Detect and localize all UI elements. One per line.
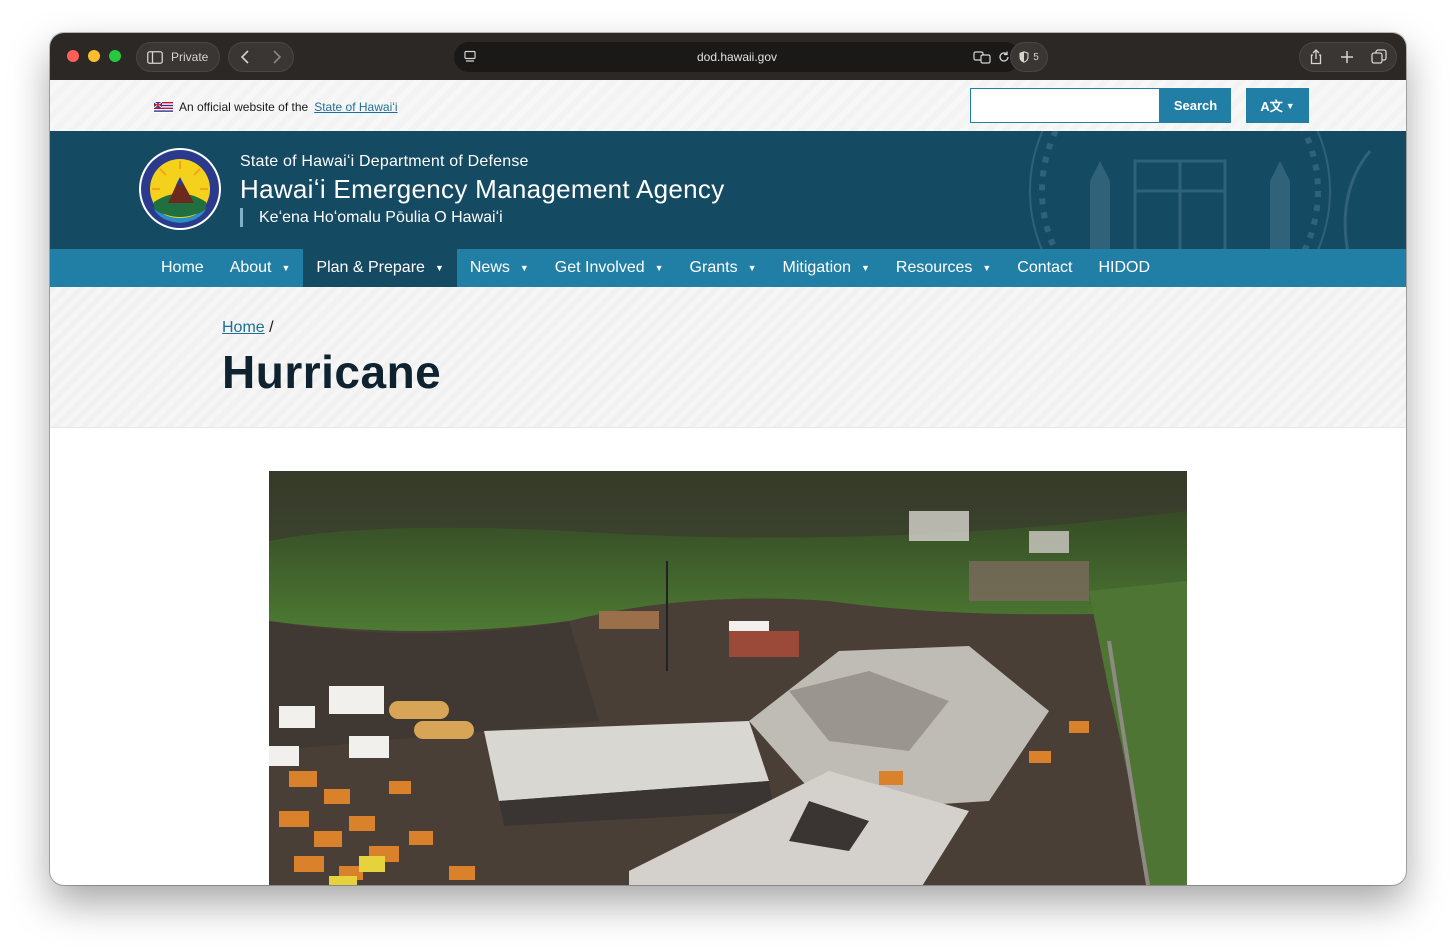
official-text: An official website of the	[179, 100, 309, 114]
translate-icon[interactable]	[973, 50, 991, 64]
nav-label: Grants	[689, 259, 738, 276]
nav-hidod[interactable]: HIDOD	[1085, 249, 1163, 287]
web-page: An official website of the State of Hawa…	[50, 80, 1406, 885]
nav-label: Get Involved	[554, 259, 645, 276]
nav-resources[interactable]: Resources ▼	[883, 249, 1004, 287]
nav-contact[interactable]: Contact	[1004, 249, 1085, 287]
nav-label: HIDOD	[1098, 259, 1150, 276]
nav-label: Resources	[895, 259, 973, 276]
address-bar[interactable]: dod.hawaii.gov	[454, 42, 1020, 72]
page-header: Home / Hurricane	[50, 287, 1406, 428]
breadcrumb-separator: /	[269, 319, 274, 336]
minimize-window-button[interactable]	[88, 50, 100, 62]
hawaii-flag-icon	[153, 101, 173, 113]
caret-down-icon: ▼	[281, 263, 291, 273]
language-selector-button[interactable]: A文 ▼	[1246, 88, 1309, 123]
private-mode-label: Private	[171, 50, 209, 64]
browser-window: Private dod.hawaii.gov 5 An official web…	[50, 33, 1406, 885]
caret-down-icon: ▼	[860, 263, 870, 273]
nav-about[interactable]: About ▼	[217, 249, 304, 287]
nav-label: Mitigation	[782, 259, 851, 276]
nav-grants[interactable]: Grants ▼	[677, 249, 770, 287]
zoom-window-button[interactable]	[109, 50, 121, 62]
agency-name[interactable]: Hawaiʻi Emergency Management Agency	[240, 174, 725, 205]
address-bar-actions	[973, 50, 1011, 64]
privacy-report-button[interactable]: 5	[1010, 42, 1048, 72]
tab-overview-icon[interactable]	[1371, 49, 1387, 65]
nav-label: Home	[161, 259, 204, 276]
page-title: Hurricane	[222, 346, 442, 398]
reload-icon[interactable]	[997, 50, 1011, 64]
url-text: dod.hawaii.gov	[696, 50, 778, 64]
nav-news[interactable]: News ▼	[457, 249, 542, 287]
caret-down-icon: ▼	[654, 263, 664, 273]
department-name: State of Hawaiʻi Department of Defense	[240, 153, 529, 170]
caret-down-icon: ▼	[982, 263, 992, 273]
state-seal-watermark	[1029, 131, 1372, 249]
official-website-bar: An official website of the State of Hawa…	[50, 80, 1406, 131]
state-of-hawaii-link[interactable]: State of Hawaiʻi	[314, 100, 397, 114]
caret-down-icon: ▼	[519, 263, 529, 273]
nav-label: Plan & Prepare	[316, 259, 425, 276]
history-nav	[228, 42, 294, 72]
sidebar-icon	[147, 50, 163, 64]
language-label: A文	[1260, 99, 1283, 114]
official-notice: An official website of the State of Hawa…	[153, 100, 398, 114]
close-window-button[interactable]	[67, 50, 79, 62]
hurricane-damage-photo	[269, 471, 1187, 885]
site-search-input[interactable]	[970, 88, 1160, 123]
shield-icon	[1019, 51, 1029, 63]
hawaiian-agency-name: Keʻena Hoʻomalu Pōulia O Hawaiʻi	[240, 208, 503, 227]
nav-get-involved[interactable]: Get Involved ▼	[542, 249, 677, 287]
nav-plan-prepare[interactable]: Plan & Prepare ▼	[303, 249, 457, 287]
nav-label: About	[229, 259, 272, 276]
caret-down-icon: ▼	[434, 263, 444, 273]
breadcrumb: Home /	[222, 319, 274, 337]
caret-down-icon: ▼	[747, 263, 757, 273]
forward-button[interactable]	[272, 50, 282, 64]
nav-label: News	[469, 259, 510, 276]
share-icon[interactable]	[1309, 49, 1323, 65]
page-menu-icon[interactable]	[463, 50, 477, 64]
hi-ema-seal-logo	[139, 148, 221, 230]
window-controls	[67, 50, 121, 62]
nav-mitigation[interactable]: Mitigation ▼	[769, 249, 882, 287]
sidebar-toggle-button[interactable]: Private	[136, 42, 220, 72]
breadcrumb-home-link[interactable]: Home	[222, 319, 265, 336]
nav-home[interactable]: Home	[148, 249, 217, 287]
site-header-banner: State of Hawaiʻi Department of Defense H…	[50, 131, 1406, 249]
nav-label: Contact	[1017, 259, 1073, 276]
tracker-count: 5	[1033, 51, 1039, 63]
window-actions	[1299, 42, 1397, 72]
search-button[interactable]: Search	[1160, 88, 1231, 123]
caret-down-icon: ▼	[1285, 100, 1295, 111]
browser-toolbar: Private dod.hawaii.gov 5	[50, 33, 1406, 80]
new-tab-icon[interactable]	[1340, 50, 1354, 64]
main-navigation: Home About ▼ Plan & Prepare ▼ News ▼ Get…	[50, 249, 1406, 287]
back-button[interactable]	[240, 50, 250, 64]
